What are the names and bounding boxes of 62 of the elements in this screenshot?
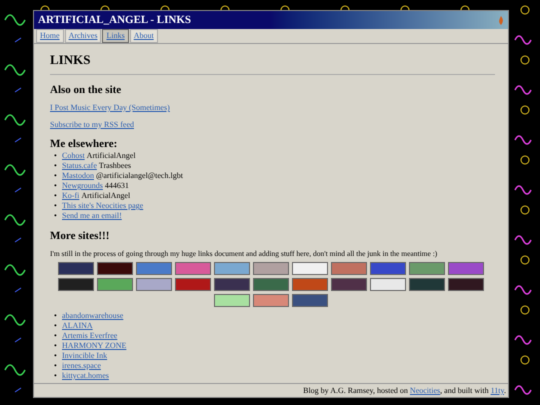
site-badge[interactable] [97,262,133,275]
bullet: • [54,151,58,161]
profile-link[interactable]: Send me an email! [62,211,122,221]
nav-tab[interactable]: Archives [64,29,102,43]
site-badge[interactable] [370,278,406,291]
profile-handle: ArtificialAngel [81,191,130,201]
profile-link[interactable]: Ko-fi [62,191,80,201]
section-heading: Also on the site [50,83,122,97]
page-heading: LINKS [50,52,92,68]
site-link[interactable]: Subscribe to my RSS feed [50,120,134,129]
site-link[interactable]: Invincible Ink [62,351,108,361]
flame-icon [498,16,504,24]
site-link[interactable]: kittycat.homes [62,371,109,381]
site-link[interactable]: Artemis Everfree [62,331,118,341]
bullet: • [54,361,58,371]
site-badge[interactable] [448,278,484,291]
bullet: • [54,351,58,361]
profile-link[interactable]: Status.cafe [62,161,97,171]
footer-link[interactable]: Neocities [410,386,440,395]
bullet: • [54,181,58,191]
bullet: • [54,201,58,211]
profile-link[interactable]: This site's Neocities page [62,201,144,211]
site-badge[interactable] [253,294,289,307]
bullet: • [54,321,58,331]
section-heading: Me elsewhere: [50,137,118,151]
profile-handle: 444631 [104,181,129,191]
bullet: • [54,341,58,351]
profile-link[interactable]: Newgrounds [62,181,103,191]
nav-tab[interactable]: About [130,29,158,43]
nav-tab[interactable]: Home [36,29,64,43]
site-badge[interactable] [409,278,445,291]
site-badge[interactable] [253,262,289,275]
bullet: • [54,171,58,181]
bullet: • [54,311,58,321]
site-link[interactable]: abandonwarehouse [62,311,124,321]
profile-handle: @artificialangel@tech.lgbt [96,171,183,181]
nav-tab[interactable]: Links [102,29,129,43]
bullet: • [54,191,58,201]
site-badge[interactable] [331,278,367,291]
bullet: • [54,161,58,171]
site-link[interactable]: I Post Music Every Day (Sometimes) [50,103,170,112]
footer-text: Blog by A.G. Ramsey, hosted on Neocities, and built with 11ty. [34,383,508,397]
site-badge[interactable] [58,278,94,291]
footer-link[interactable]: 11ty [490,386,504,395]
site-link[interactable]: HARMONY ZONE [62,341,126,351]
profile-link[interactable]: Mastodon [62,171,94,181]
site-link[interactable]: ALAINA [62,321,93,331]
profile-handle: ArtificialAngel [86,151,136,161]
site-link[interactable]: irenes.space [62,361,101,371]
section-heading: More sites!!! [50,229,110,243]
window-title: ARTIFICIAL_ANGEL - LINKS [38,12,192,28]
bullet: • [54,211,58,221]
site-badge[interactable] [136,278,172,291]
site-badge[interactable] [214,294,250,307]
site-badge[interactable] [214,262,250,275]
site-badge[interactable] [58,262,94,275]
profile-link[interactable]: Cohost [62,151,85,161]
bullet: • [54,371,58,381]
bullet: • [54,331,58,341]
profile-handle: Trashbees [98,161,132,171]
site-badge[interactable] [214,278,250,291]
site-badge[interactable] [292,262,328,275]
